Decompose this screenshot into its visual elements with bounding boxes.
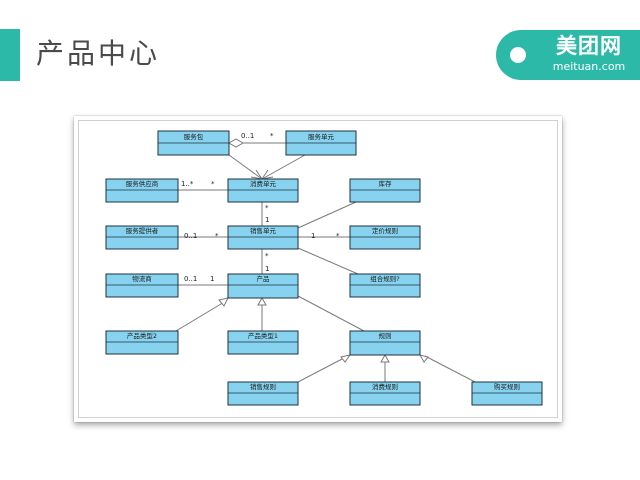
multiplicity-label: 0..1	[241, 132, 254, 140]
class-name: 产品	[257, 274, 270, 283]
triangle-rule-bottom	[380, 353, 390, 363]
multiplicity-label: *	[265, 204, 269, 212]
multiplicity-label: *	[215, 232, 219, 240]
triangle-rule-left	[340, 354, 352, 363]
class-sales-unit: 销售单元	[227, 225, 299, 250]
relationship-lines	[175, 142, 476, 383]
class-name: 产品类型1	[248, 331, 278, 340]
class-consumption-rule: 消费规则	[349, 381, 421, 406]
multiplicity-label: *	[336, 232, 340, 240]
class-service-unit: 服务单元	[285, 130, 357, 156]
class-sales-rule: 销售规则	[227, 381, 299, 406]
class-name: 销售规则	[250, 382, 276, 391]
line-package-consumption	[228, 154, 263, 180]
class-name: 服务包	[184, 132, 204, 141]
multiplicity-label: 0..1	[184, 275, 197, 283]
multiplicity-label: *	[270, 132, 274, 140]
class-name: 消费规则	[372, 382, 398, 391]
class-name: 服务单元	[308, 132, 335, 141]
class-name: 服务提供者	[126, 226, 159, 235]
line-salesrule-rule	[297, 357, 345, 383]
class-service-supplier: 服务供应商	[105, 178, 179, 203]
line-producttype2-product	[175, 300, 227, 332]
class-name: 销售单元	[250, 226, 277, 235]
class-name: 规则	[379, 331, 392, 340]
line-product-rule	[297, 295, 365, 332]
class-name: 服务供应商	[126, 179, 159, 188]
class-consumption-unit: 消费单元	[227, 178, 299, 203]
class-pricing-rule: 定价规则	[349, 225, 421, 250]
uml-class-diagram: 服务包 服务单元 服务供应商 消费单元 库存 服务提供者 销售单元 定价规则 物	[105, 130, 543, 406]
line-unit-consumption	[261, 154, 306, 180]
multiplicity-label: 1	[210, 275, 214, 283]
class-name: 组合规则?	[370, 274, 399, 283]
class-product-type-1: 产品类型1	[227, 330, 299, 355]
class-name: 产品类型2	[127, 331, 157, 340]
class-rule: 规则	[349, 330, 421, 356]
multiplicity-label: *	[265, 252, 269, 260]
multiplicity-label: 1	[265, 216, 269, 224]
class-name: 定价规则	[372, 226, 398, 235]
line-purchaserule-rule	[424, 355, 476, 383]
triangle-product-bottom	[257, 296, 267, 306]
class-name: 消费单元	[250, 179, 277, 188]
class-logistics: 物流商	[105, 273, 179, 298]
class-service-provider: 服务提供者	[105, 225, 179, 250]
class-name: 物流商	[132, 274, 152, 283]
class-combination-rule: 组合规则?	[349, 273, 421, 298]
class-purchase-limit-rule: 购买规则	[471, 381, 543, 406]
class-name: 购买规则	[494, 382, 520, 391]
class-product-type-2: 产品类型2	[105, 330, 179, 355]
multiplicity-label: 0..1	[184, 232, 197, 240]
multiplicity-label: *	[211, 180, 215, 188]
multiplicity-label: 1	[311, 232, 315, 240]
class-name: 库存	[379, 179, 393, 188]
line-sales-combination	[297, 247, 359, 275]
class-service-package: 服务包	[157, 130, 230, 156]
multiplicity-label: 1..*	[181, 180, 194, 188]
class-inventory: 库存	[349, 178, 421, 203]
class-product: 产品	[227, 273, 299, 299]
aggregation-diamond	[227, 138, 245, 148]
multiplicity-label: 1	[265, 265, 269, 273]
line-sales-inventory	[297, 201, 357, 229]
triangle-rule-right	[418, 354, 429, 363]
